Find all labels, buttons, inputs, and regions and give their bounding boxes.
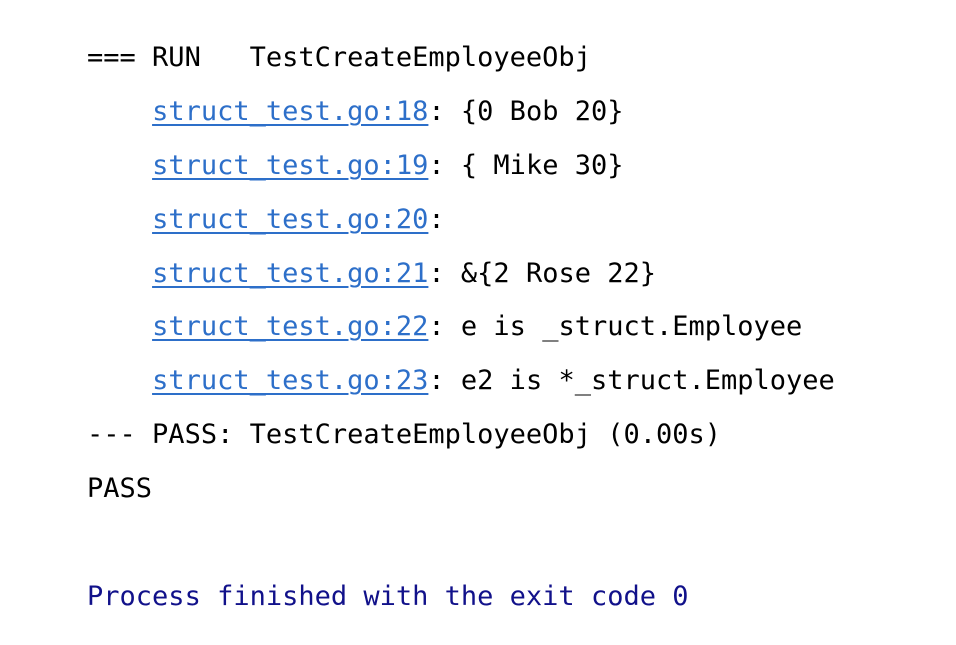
process-exit-text: Process finished with the exit code 0 bbox=[87, 581, 689, 612]
overall-result-text: PASS bbox=[87, 473, 153, 504]
test-run-console: === RUN TestCreateEmployeeObj struct_tes… bbox=[0, 0, 956, 612]
test-result-text: --- PASS: TestCreateEmployeeObj (0.00s) bbox=[87, 419, 721, 450]
console-line-exit: Process finished with the exit code 0 bbox=[22, 549, 688, 645]
